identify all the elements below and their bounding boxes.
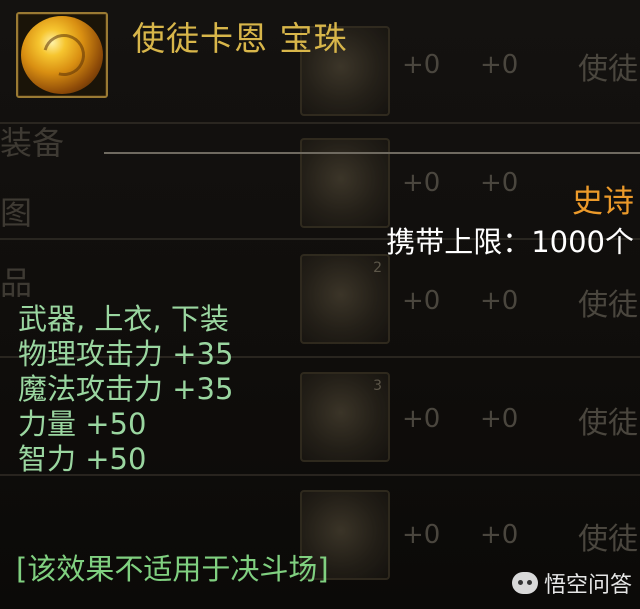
stat-strength: 力量 +50 [18, 407, 147, 441]
item-icon-frame [16, 12, 108, 98]
carry-limit: 携带上限：1000个 [386, 225, 634, 259]
stat-physical-attack: 物理攻击力 +35 [18, 337, 234, 371]
golden-orb-icon [21, 16, 103, 94]
item-tooltip: 使徒卡恩 宝珠 史诗 携带上限：1000个 武器, 上衣, 下装 物理攻击力 +… [0, 0, 640, 609]
wukong-logo-icon [511, 572, 538, 594]
stat-list: 武器, 上衣, 下装 物理攻击力 +35 魔法攻击力 +35 力量 +50 智力… [18, 302, 233, 477]
pvp-notice: [该效果不适用于决斗场] [16, 552, 329, 586]
tooltip-divider [104, 152, 640, 154]
item-name: 使徒卡恩 宝珠 [132, 19, 348, 58]
stat-intelligence: 智力 +50 [18, 442, 147, 476]
watermark: 悟空问答 [511, 567, 632, 599]
rarity-label: 史诗 [572, 184, 634, 220]
watermark-text: 悟空问答 [543, 573, 632, 598]
stat-magic-attack: 魔法攻击力 +35 [18, 372, 234, 406]
applicable-slots: 武器, 上衣, 下装 [18, 302, 229, 336]
